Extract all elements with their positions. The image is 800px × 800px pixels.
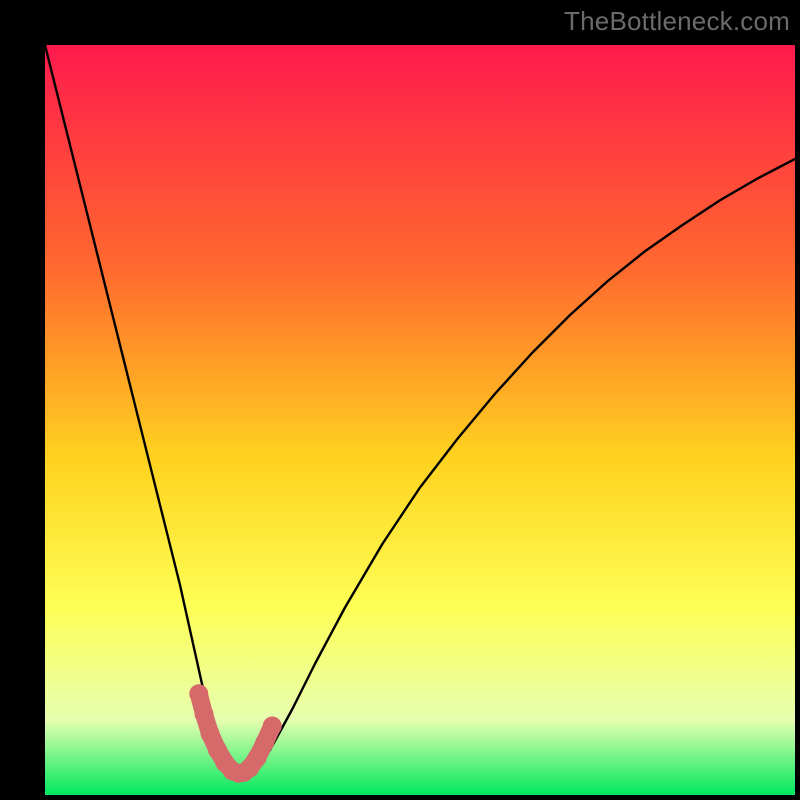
highlight-dot: [201, 724, 220, 743]
chart-frame: TheBottleneck.com: [0, 0, 800, 800]
highlight-dot: [255, 733, 274, 752]
chart-svg: [45, 45, 795, 795]
highlight-dot: [195, 705, 214, 724]
watermark-text: TheBottleneck.com: [564, 6, 790, 37]
highlight-dot: [189, 684, 208, 703]
plot-area: [45, 45, 795, 795]
gradient-background: [45, 45, 795, 795]
highlight-dot: [263, 717, 282, 736]
